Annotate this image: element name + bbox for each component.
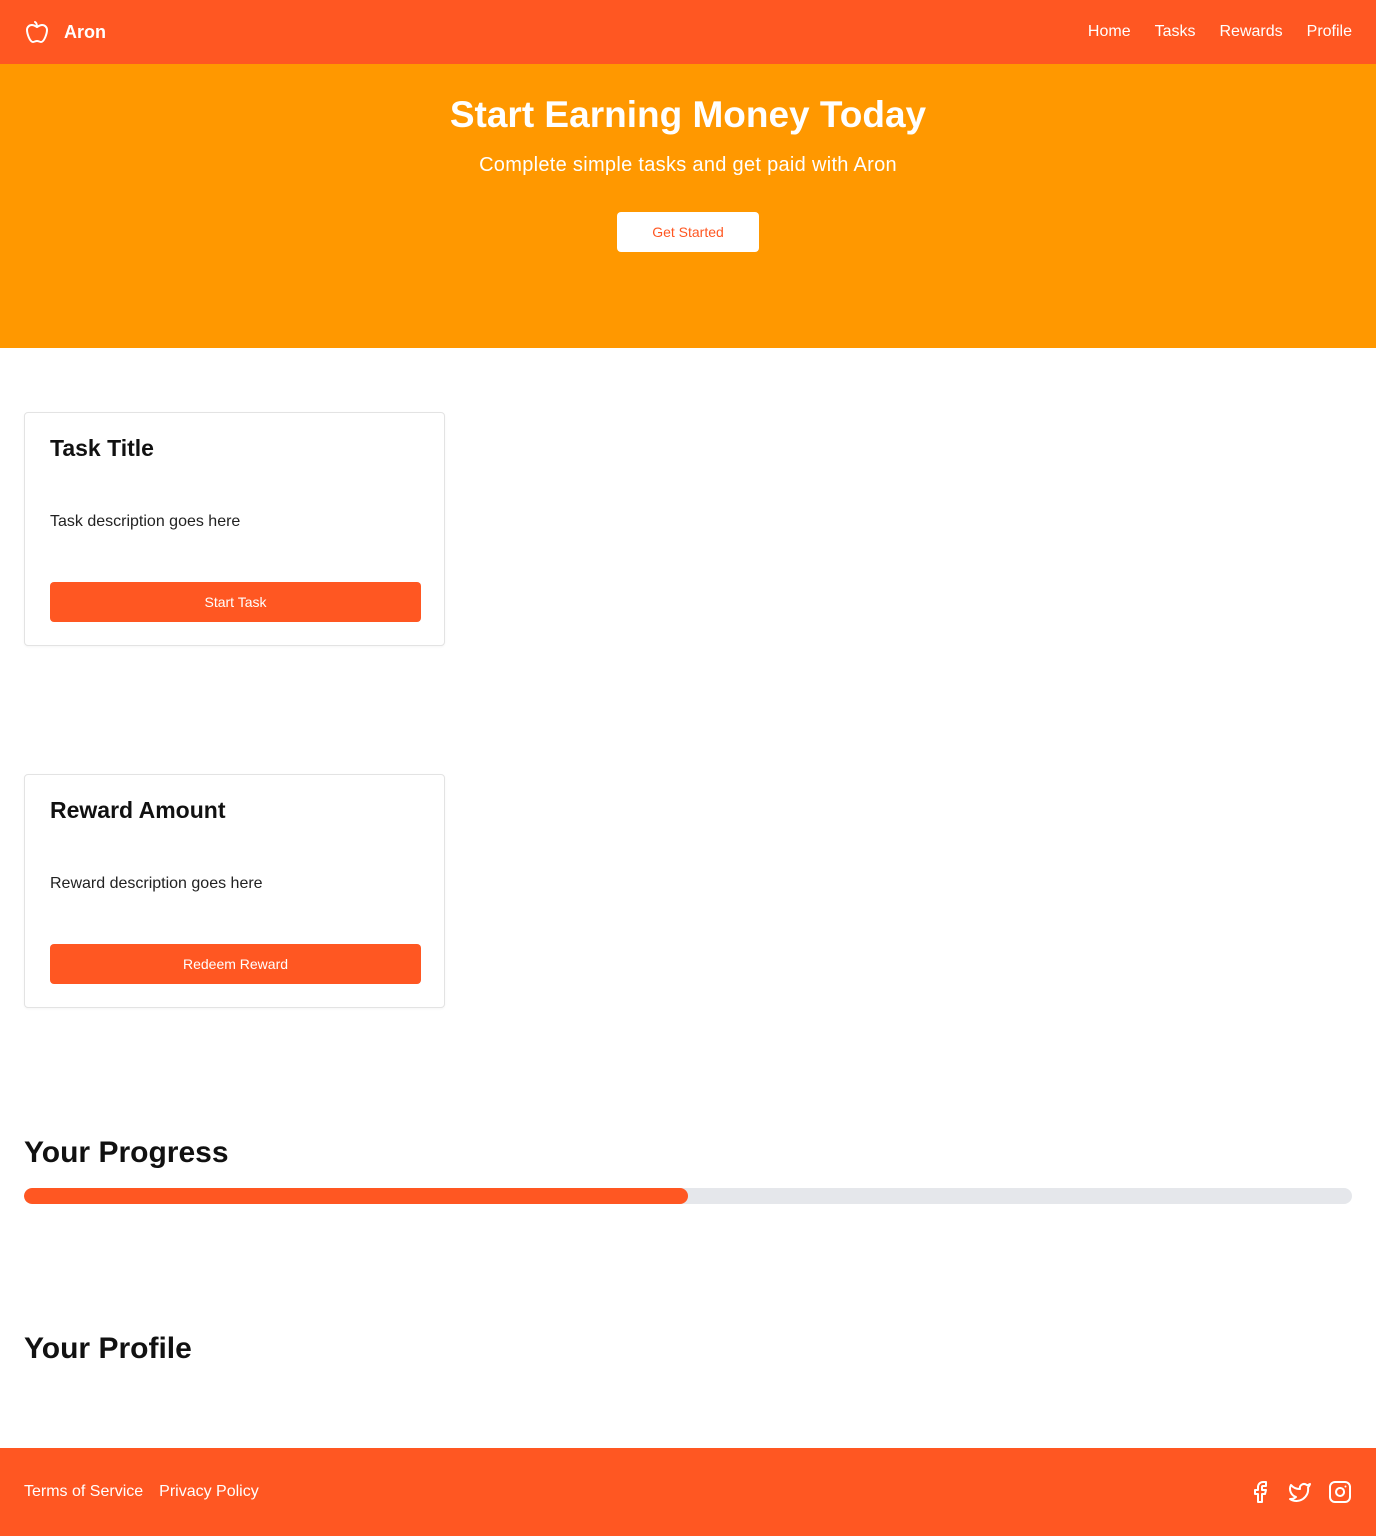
- hero-title: Start Earning Money Today: [449, 94, 927, 135]
- get-started-button[interactable]: Get Started: [617, 212, 759, 252]
- task-card: Task Title Task description goes here St…: [24, 412, 445, 646]
- progress-bar-fill: [24, 1188, 688, 1204]
- reward-card: Reward Amount Reward description goes he…: [24, 774, 445, 1008]
- redeem-reward-button[interactable]: Redeem Reward: [50, 944, 421, 984]
- twitter-icon[interactable]: [1288, 1480, 1312, 1504]
- brand[interactable]: Aron: [24, 19, 106, 45]
- footer-links: Terms of Service Privacy Policy: [24, 1483, 259, 1501]
- hero-subtitle: Complete simple tasks and get paid with …: [479, 154, 897, 176]
- nav-link-rewards[interactable]: Rewards: [1220, 23, 1283, 41]
- nav-link-tasks[interactable]: Tasks: [1155, 23, 1196, 41]
- nav-link-home[interactable]: Home: [1088, 23, 1131, 41]
- brand-name: Aron: [64, 21, 106, 42]
- facebook-icon[interactable]: [1248, 1480, 1272, 1504]
- instagram-icon[interactable]: [1328, 1480, 1352, 1504]
- task-card-title: Task Title: [50, 435, 154, 461]
- top-navbar: Aron Home Tasks Rewards Profile: [0, 0, 1376, 64]
- task-card-description: Task description goes here: [50, 513, 241, 530]
- nav-link-profile[interactable]: Profile: [1307, 23, 1352, 41]
- profile-title: Your Profile: [24, 1332, 192, 1365]
- apple-icon: [24, 19, 50, 45]
- footer: Terms of Service Privacy Policy: [0, 1448, 1376, 1536]
- progress-title: Your Progress: [24, 1136, 229, 1169]
- reward-card-title: Reward Amount: [50, 797, 226, 823]
- privacy-policy-link[interactable]: Privacy Policy: [159, 1483, 259, 1501]
- start-task-button[interactable]: Start Task: [50, 582, 421, 622]
- main-nav: Home Tasks Rewards Profile: [1088, 23, 1352, 41]
- progress-bar: [24, 1188, 1352, 1204]
- social-links: [1248, 1480, 1352, 1504]
- terms-of-service-link[interactable]: Terms of Service: [24, 1483, 143, 1501]
- hero-section: Start Earning Money Today Complete simpl…: [0, 64, 1376, 348]
- reward-card-description: Reward description goes here: [50, 875, 263, 892]
